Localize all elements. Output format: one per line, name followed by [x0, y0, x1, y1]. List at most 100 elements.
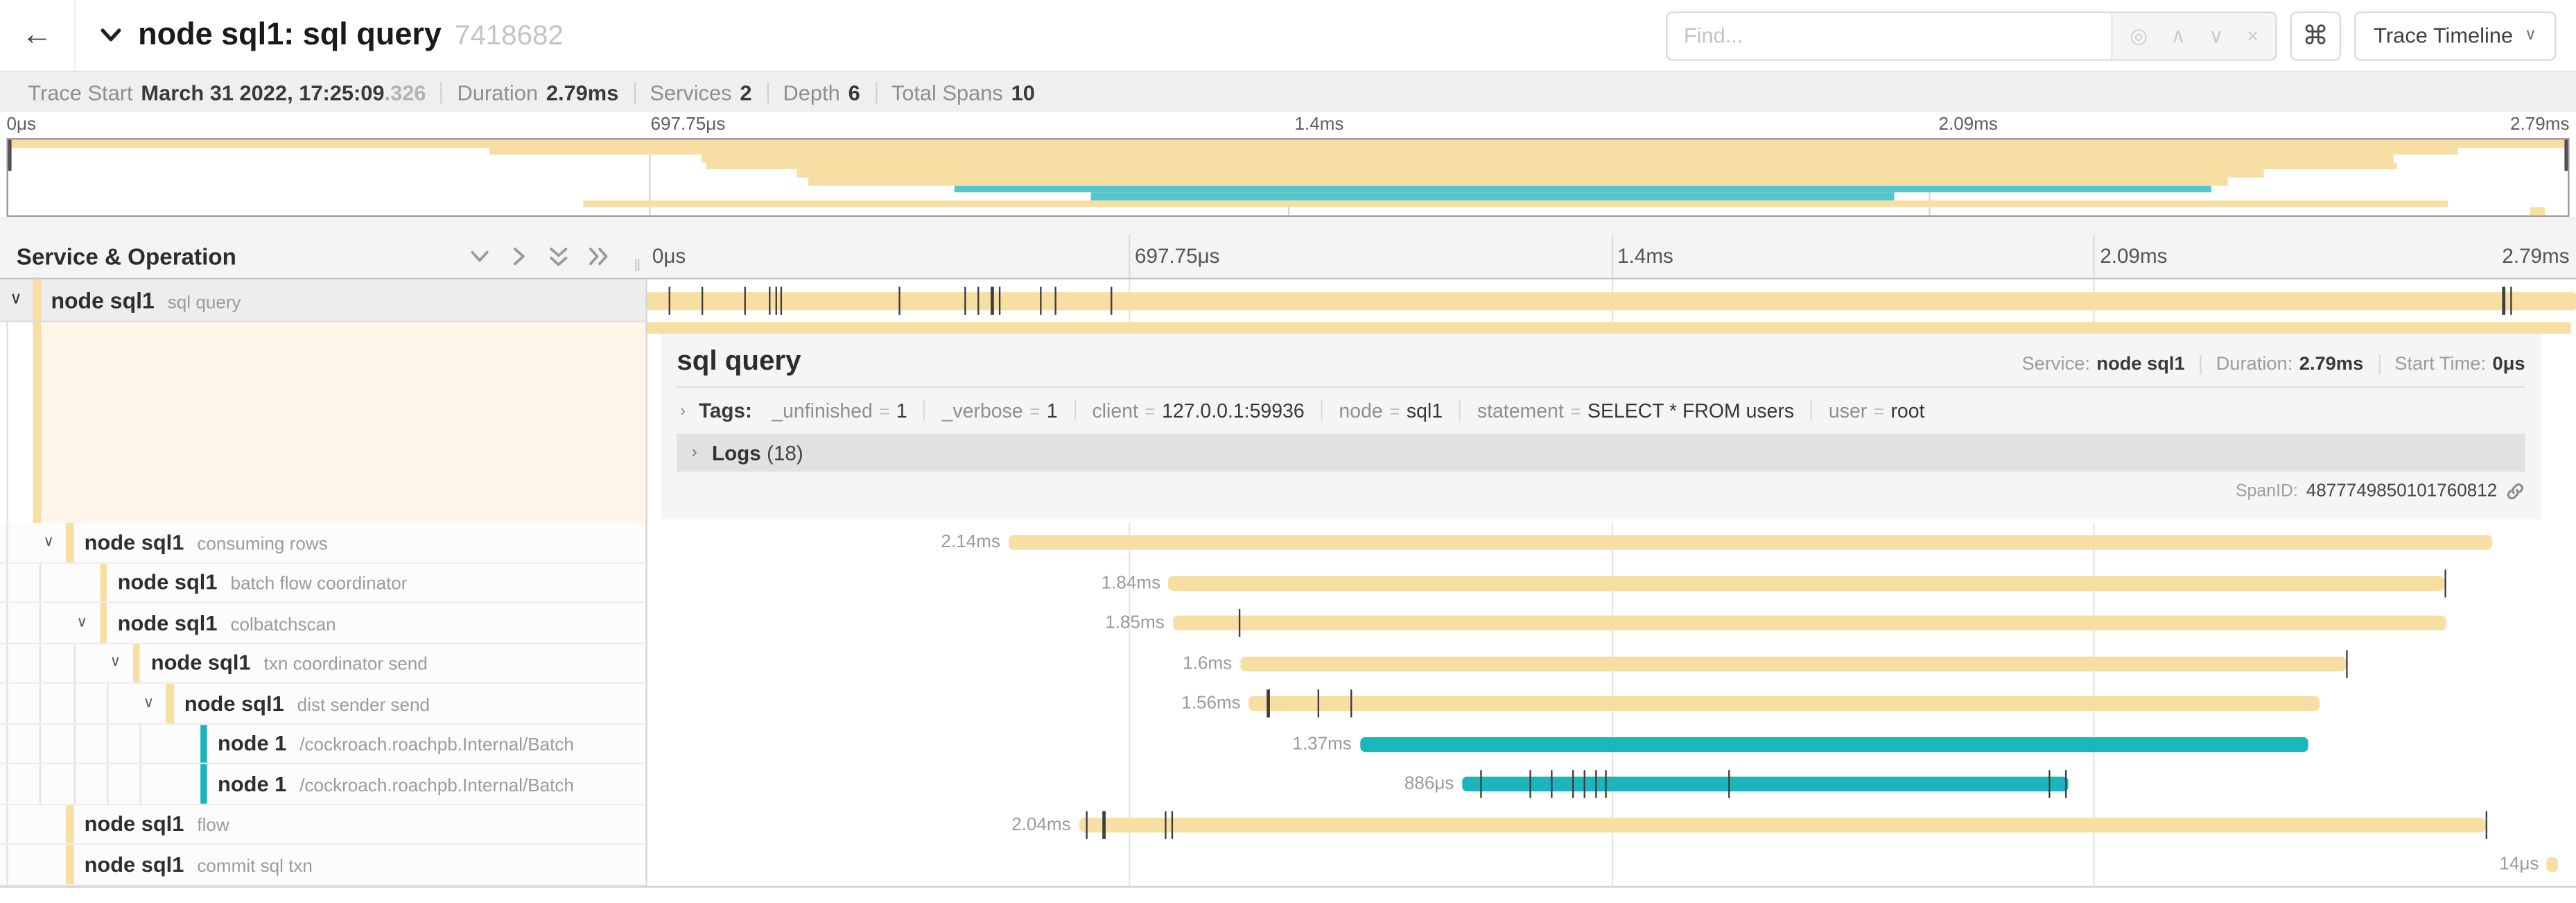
span-id-row: SpanID: 4877749850101760812: [677, 481, 2525, 501]
minimap-canvas[interactable]: [6, 138, 2569, 217]
tags-row[interactable]: › Tags: _unfinished=1_verbose=1client=12…: [677, 399, 2525, 422]
span-row[interactable]: ∨node sql1dist sender send1.56ms: [0, 684, 2576, 724]
indent-guide[interactable]: [6, 603, 8, 642]
minimap-left-scrub-handle[interactable]: [8, 139, 12, 171]
indent-guide[interactable]: [40, 603, 42, 642]
span-tree-cell[interactable]: ∨node sql1dist sender send: [0, 684, 645, 724]
expand-one-icon[interactable]: [510, 246, 529, 266]
span-tree-cell[interactable]: ∨node sql1colbatchscan: [0, 603, 645, 644]
indent-guide[interactable]: [40, 724, 42, 763]
span-row[interactable]: node sql1commit sql txn14μs: [0, 845, 2576, 885]
indent-guide[interactable]: [6, 523, 8, 562]
column-resize-grip[interactable]: ‖: [634, 258, 641, 276]
row-collapse-chevron-icon[interactable]: ∨: [43, 534, 54, 549]
indent-guide[interactable]: [6, 684, 8, 723]
span-tree-cell[interactable]: node sql1commit sql txn: [0, 845, 645, 885]
timeline-cell[interactable]: 14μs: [645, 845, 2576, 885]
indent-guide[interactable]: [140, 724, 141, 763]
minimap-right-scrub-handle[interactable]: [2564, 139, 2568, 171]
indent-guide[interactable]: [40, 684, 42, 723]
timeline-cell[interactable]: 1.56ms: [645, 684, 2576, 724]
indent-guide[interactable]: [73, 684, 75, 723]
span-row[interactable]: ∨node sql1colbatchscan1.85ms: [0, 603, 2576, 644]
span-bar[interactable]: [645, 292, 2576, 309]
indent-guide[interactable]: [6, 644, 8, 682]
timeline-cell[interactable]: 1.84ms: [645, 563, 2576, 603]
selected-span-bar[interactable]: [645, 322, 2571, 334]
log-marker: [2347, 650, 2349, 678]
span-tree-cell[interactable]: node 1/cockroach.roachpb.Internal/Batch: [0, 724, 645, 764]
timeline-cell[interactable]: 1.85ms: [645, 603, 2576, 644]
collapse-one-icon[interactable]: [470, 246, 489, 266]
minimap-span-bar: [808, 178, 2227, 185]
span-tree-cell[interactable]: ∨node sql1txn coordinator send: [0, 644, 645, 684]
span-bar[interactable]: [1462, 777, 2068, 791]
log-marker: [1530, 771, 1532, 798]
expand-all-icon[interactable]: [588, 246, 609, 266]
span-row[interactable]: node 1/cockroach.roachpb.Internal/Batch8…: [0, 764, 2576, 805]
indent-guide[interactable]: [6, 563, 8, 602]
clear-find-icon[interactable]: ×: [2247, 24, 2259, 46]
back-button[interactable]: ←: [0, 0, 76, 71]
span-bar[interactable]: [1249, 696, 2320, 711]
indent-guide[interactable]: [6, 845, 8, 884]
tag-value: SELECT * FROM users: [1587, 399, 1794, 422]
service-color-strip: [133, 644, 141, 682]
timeline-cell[interactable]: [645, 280, 2576, 322]
indent-guide[interactable]: [107, 724, 108, 763]
span-bar[interactable]: [1240, 656, 2347, 671]
span-row[interactable]: ∨node sql1consuming rows2.14ms: [0, 523, 2576, 563]
row-collapse-chevron-icon[interactable]: ∨: [143, 695, 155, 710]
indent-guide[interactable]: [6, 322, 8, 523]
row-collapse-chevron-icon[interactable]: ∨: [110, 655, 121, 669]
span-row[interactable]: node 1/cockroach.roachpb.Internal/Batch1…: [0, 724, 2576, 764]
copy-link-icon[interactable]: [2505, 481, 2525, 501]
collapse-trace-chevron-icon[interactable]: [98, 23, 123, 48]
trace-view-select[interactable]: Trace Timeline ∨: [2354, 10, 2557, 60]
panel-divider[interactable]: [645, 280, 647, 885]
row-collapse-chevron-icon[interactable]: ∨: [76, 614, 87, 629]
span-tree-cell[interactable]: node 1/cockroach.roachpb.Internal/Batch: [0, 764, 645, 805]
span-bar[interactable]: [1173, 616, 2447, 630]
span-tree-cell[interactable]: ∨node sql1sql query: [0, 280, 645, 322]
span-bar[interactable]: [2547, 857, 2559, 872]
indent-guide[interactable]: [40, 644, 42, 682]
minimap-spans: [8, 139, 2568, 215]
indent-guide[interactable]: [107, 764, 108, 803]
row-collapse-chevron-icon[interactable]: ∨: [10, 291, 21, 308]
next-match-icon[interactable]: ∨: [2209, 23, 2224, 48]
timeline-cell[interactable]: 1.37ms: [645, 724, 2576, 764]
timeline-cell[interactable]: 2.04ms: [645, 805, 2576, 845]
indent-guide[interactable]: [73, 644, 75, 682]
timeline-cell[interactable]: 2.14ms: [645, 523, 2576, 563]
indent-guide[interactable]: [6, 764, 8, 803]
locate-icon[interactable]: ◎: [2130, 23, 2148, 48]
span-bar[interactable]: [1009, 535, 2493, 550]
indent-guide[interactable]: [140, 764, 141, 803]
logs-row[interactable]: › Logs (18): [677, 434, 2525, 472]
indent-guide[interactable]: [6, 805, 8, 843]
indent-guide[interactable]: [73, 724, 75, 763]
indent-guide[interactable]: [6, 724, 8, 763]
span-row[interactable]: ∨node sql1txn coordinator send1.6ms: [0, 644, 2576, 684]
find-input[interactable]: [1667, 12, 2112, 58]
span-tree-cell[interactable]: node sql1flow: [0, 805, 645, 845]
collapse-all-icon[interactable]: [549, 246, 568, 267]
indent-guide[interactable]: [73, 764, 75, 803]
prev-match-icon[interactable]: ∧: [2170, 23, 2186, 48]
timeline-cell[interactable]: 886μs: [645, 764, 2576, 805]
indent-guide[interactable]: [107, 684, 108, 723]
indent-guide[interactable]: [40, 563, 42, 602]
span-tree-cell[interactable]: ∨node sql1consuming rows: [0, 523, 645, 563]
keyboard-shortcuts-button[interactable]: ⌘: [2290, 10, 2340, 60]
span-row[interactable]: ∨node sql1sql query: [0, 280, 2576, 322]
span-bar[interactable]: [1169, 576, 2445, 590]
indent-guide[interactable]: [40, 764, 42, 803]
separator: [2200, 355, 2201, 375]
span-row[interactable]: node sql1flow2.04ms: [0, 805, 2576, 845]
timeline-cell[interactable]: 1.6ms: [645, 644, 2576, 684]
span-tree-cell[interactable]: node sql1batch flow coordinator: [0, 563, 645, 603]
span-row[interactable]: node sql1batch flow coordinator1.84ms: [0, 563, 2576, 603]
span-bar[interactable]: [1079, 817, 2486, 832]
span-bar[interactable]: [1360, 737, 2308, 751]
